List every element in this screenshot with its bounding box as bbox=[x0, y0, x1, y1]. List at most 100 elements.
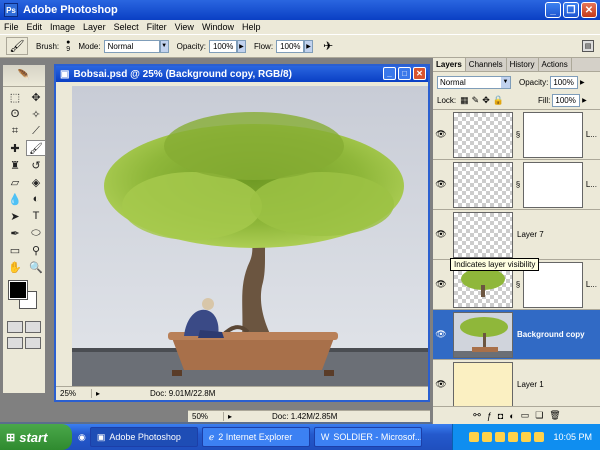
notes-tool-icon[interactable]: ▭ bbox=[5, 242, 25, 258]
document-zoom[interactable]: 25% bbox=[56, 389, 92, 398]
doc-maximize-icon[interactable]: □ bbox=[398, 67, 411, 80]
tray-icon[interactable] bbox=[521, 432, 532, 442]
airbrush-icon[interactable]: ✈ bbox=[323, 39, 333, 53]
flow-slider-icon[interactable]: ▶ bbox=[304, 39, 314, 53]
menu-filter[interactable]: Filter bbox=[147, 22, 167, 32]
shape-tool-icon[interactable]: ⬭ bbox=[26, 225, 46, 241]
new-layer-icon[interactable]: ❏ bbox=[535, 410, 543, 421]
brush-tool-preset-icon[interactable]: 🖌 bbox=[6, 37, 28, 55]
quick-launch-icon[interactable]: ◉ bbox=[78, 432, 86, 443]
palette-well-icon[interactable]: ▤ bbox=[582, 40, 594, 52]
history-brush-tool-icon[interactable]: ↺ bbox=[26, 157, 46, 173]
start-button[interactable]: ⊞ start bbox=[0, 424, 72, 450]
layer-style-icon[interactable]: ƒ bbox=[487, 411, 492, 421]
lock-position-icon[interactable]: ✥ bbox=[482, 95, 490, 106]
standard-mode-icon[interactable] bbox=[7, 321, 23, 333]
dodge-tool-icon[interactable]: ◐ bbox=[26, 191, 46, 207]
pen-tool-icon[interactable]: ✒ bbox=[5, 225, 25, 241]
document2-zoom[interactable]: 50% bbox=[188, 412, 224, 421]
eye-icon[interactable]: 👁 bbox=[433, 379, 449, 390]
restore-icon[interactable]: ❐ bbox=[563, 2, 579, 18]
eye-icon[interactable]: 👁 bbox=[433, 279, 449, 290]
opacity-slider-icon[interactable]: ▶ bbox=[236, 39, 246, 53]
menu-file[interactable]: File bbox=[4, 22, 19, 32]
menu-edit[interactable]: Edit bbox=[27, 22, 43, 32]
status-menu-icon[interactable]: ▸ bbox=[96, 389, 100, 398]
tray-icon[interactable] bbox=[482, 432, 493, 442]
taskbar-button-word[interactable]: W SOLDIER - Microsof... bbox=[313, 427, 422, 447]
doc-close-icon[interactable]: ✕ bbox=[413, 67, 426, 80]
tray-icon[interactable] bbox=[495, 432, 506, 442]
clock[interactable]: 10:05 PM bbox=[553, 432, 592, 442]
chain-link-icon[interactable]: § bbox=[513, 280, 523, 289]
minimize-icon[interactable]: _ bbox=[545, 2, 561, 18]
mode-select[interactable]: Normal bbox=[103, 39, 160, 53]
bonsai-canvas[interactable] bbox=[72, 86, 428, 386]
menu-window[interactable]: Window bbox=[202, 22, 234, 32]
slice-tool-icon[interactable]: ⟋ bbox=[26, 123, 46, 139]
doc-minimize-icon[interactable]: _ bbox=[383, 67, 396, 80]
chain-link-icon[interactable]: § bbox=[513, 130, 523, 139]
paint-bucket-tool-icon[interactable]: ◈ bbox=[26, 174, 46, 190]
layer-row[interactable]: 👁 § L... bbox=[433, 160, 600, 210]
tray-icon[interactable] bbox=[534, 432, 545, 442]
path-selection-tool-icon[interactable]: ➤ bbox=[5, 208, 25, 224]
chain-link-icon[interactable]: § bbox=[513, 180, 523, 189]
taskbar-button-ie[interactable]: ℯ 2 Internet Explorer bbox=[201, 427, 310, 447]
zoom-tool-icon[interactable]: 🔍 bbox=[26, 259, 46, 275]
quick-mask-mode-icon[interactable] bbox=[25, 321, 41, 333]
tray-icon[interactable] bbox=[508, 432, 519, 442]
fill-input[interactable]: 100% bbox=[552, 94, 581, 107]
fill-slider-icon[interactable]: ▶ bbox=[580, 94, 588, 107]
type-tool-icon[interactable]: T bbox=[26, 208, 46, 224]
layer-row[interactable]: 👁 Layer 7 bbox=[433, 210, 600, 260]
menu-view[interactable]: View bbox=[175, 22, 194, 32]
opacity-input[interactable]: 100% bbox=[208, 39, 237, 53]
mode-dropdown-icon[interactable]: ▼ bbox=[159, 39, 169, 53]
taskbar-button-photoshop[interactable]: ▣ Adobe Photoshop bbox=[89, 427, 198, 447]
layer-mask-thumbnail[interactable] bbox=[523, 111, 583, 158]
flow-input[interactable]: 100% bbox=[276, 39, 305, 53]
layer-row[interactable]: 👁 § L... bbox=[433, 110, 600, 160]
lock-image-icon[interactable]: ✎ bbox=[472, 95, 480, 106]
eye-icon[interactable]: 👁 bbox=[433, 329, 449, 340]
blur-tool-icon[interactable]: 💧 bbox=[5, 191, 25, 207]
feather-logo-icon[interactable]: 🪶 bbox=[3, 65, 45, 87]
eyedropper-tool-icon[interactable]: ⚲ bbox=[26, 242, 46, 258]
link-layers-icon[interactable]: ⚯ bbox=[473, 410, 481, 421]
foreground-color-swatch[interactable] bbox=[8, 280, 28, 300]
add-mask-icon[interactable]: ◘ bbox=[498, 411, 503, 421]
menu-image[interactable]: Image bbox=[50, 22, 75, 32]
delete-layer-icon[interactable]: 🗑 bbox=[549, 410, 560, 421]
standard-screen-mode-icon[interactable] bbox=[7, 337, 23, 349]
new-group-icon[interactable]: ▭ bbox=[521, 410, 530, 421]
tab-history[interactable]: History bbox=[507, 58, 539, 71]
move-tool-icon[interactable]: ✥ bbox=[26, 89, 46, 105]
layer-blend-mode-select[interactable]: Normal ▼ bbox=[437, 75, 511, 89]
tab-channels[interactable]: Channels bbox=[466, 58, 507, 71]
lock-transparency-icon[interactable]: ▦ bbox=[460, 95, 469, 106]
clone-stamp-tool-icon[interactable]: ♜ bbox=[5, 157, 25, 173]
eraser-tool-icon[interactable]: ▱ bbox=[5, 174, 25, 190]
menu-help[interactable]: Help bbox=[242, 22, 261, 32]
eye-icon[interactable]: 👁 bbox=[433, 229, 449, 240]
status2-menu-icon[interactable]: ▸ bbox=[228, 412, 232, 421]
eye-icon[interactable]: 👁 bbox=[433, 129, 449, 140]
full-screen-mode-icon[interactable] bbox=[25, 337, 41, 349]
marquee-tool-icon[interactable]: ⬚ bbox=[5, 89, 25, 105]
brush-picker[interactable]: ● 9 bbox=[66, 39, 70, 53]
close-icon[interactable]: ✕ bbox=[581, 2, 597, 18]
lock-all-icon[interactable]: 🔒 bbox=[493, 95, 504, 106]
tab-actions[interactable]: Actions bbox=[539, 58, 572, 71]
layer-opacity-slider-icon[interactable]: ▶ bbox=[578, 76, 586, 89]
layer-mask-thumbnail[interactable] bbox=[523, 161, 583, 208]
brush-tool-icon[interactable]: 🖌 bbox=[26, 140, 46, 156]
layer-row[interactable]: 👁 Layer 1 bbox=[433, 360, 600, 406]
layer-row-selected[interactable]: 👁 Background copy bbox=[433, 310, 600, 360]
menu-select[interactable]: Select bbox=[114, 22, 139, 32]
document-title-bar[interactable]: ▣ Bobsai.psd @ 25% (Background copy, RGB… bbox=[56, 66, 428, 82]
lasso-tool-icon[interactable]: ʘ bbox=[5, 106, 25, 122]
tray-icon[interactable] bbox=[469, 432, 480, 442]
layer-opacity-input[interactable]: 100% bbox=[550, 75, 579, 89]
eye-icon[interactable]: 👁 bbox=[433, 179, 449, 190]
